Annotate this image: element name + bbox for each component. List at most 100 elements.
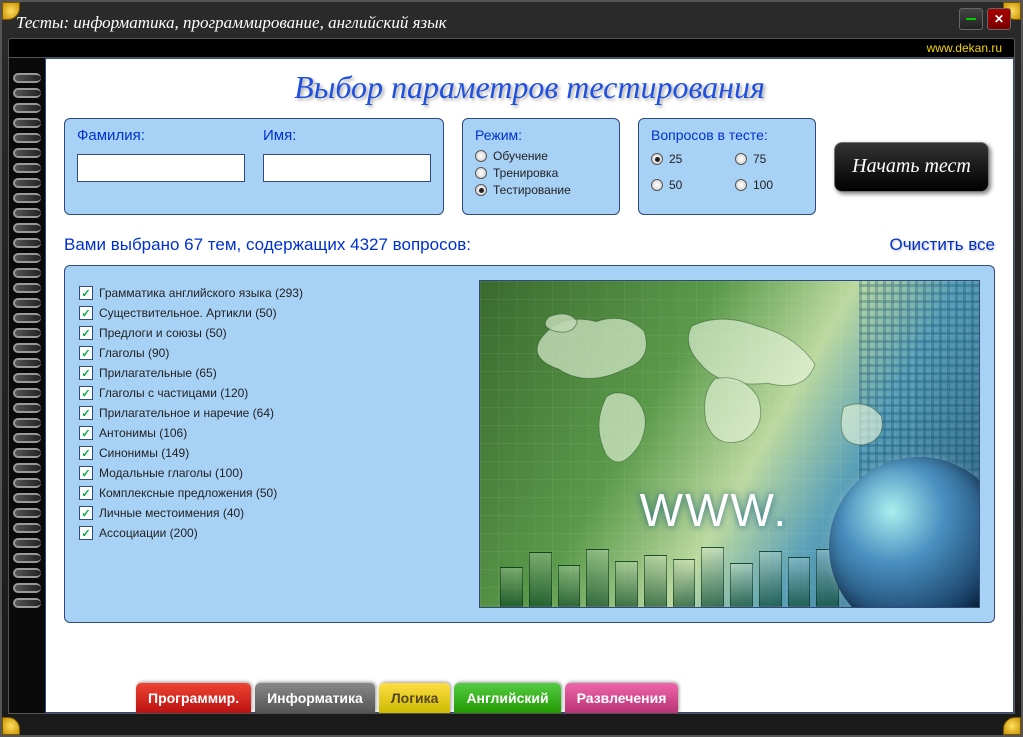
window-controls (959, 8, 1011, 30)
topic-row[interactable]: ✓ Существительное. Артикли (50) (79, 306, 469, 320)
checkbox-icon: ✓ (79, 466, 93, 480)
tab-red[interactable]: Программир. (136, 683, 251, 713)
checkbox-icon: ✓ (79, 326, 93, 340)
topic-row[interactable]: ✓ Глаголы с частицами (120) (79, 386, 469, 400)
start-test-button[interactable]: Начать тест (834, 142, 989, 192)
name-panel: Фамилия: Имя: (64, 118, 444, 215)
mode-title: Режим: (475, 127, 607, 143)
topic-label: Комплексные предложения (50) (99, 486, 277, 500)
checkbox-icon: ✓ (79, 386, 93, 400)
question-count-option[interactable]: 75 (735, 152, 803, 166)
question-count-option[interactable]: 100 (735, 178, 803, 192)
checkbox-icon: ✓ (79, 486, 93, 500)
topic-row[interactable]: ✓ Глаголы (90) (79, 346, 469, 360)
status-row: Вами выбрано 67 тем, содержащих 4327 воп… (64, 235, 995, 255)
params-row: Фамилия: Имя: Режим: Обучение Тренировка Т… (64, 118, 995, 215)
mode-option-label: Тренировка (493, 166, 558, 180)
topic-label: Ассоциации (200) (99, 526, 198, 540)
mode-option[interactable]: Тестирование (475, 183, 607, 197)
checkbox-icon: ✓ (79, 366, 93, 380)
topic-label: Глаголы (90) (99, 346, 169, 360)
checkbox-icon: ✓ (79, 506, 93, 520)
question-count-label: 50 (669, 178, 682, 192)
topic-label: Предлоги и союзы (50) (99, 326, 227, 340)
topic-label: Антонимы (106) (99, 426, 187, 440)
page-title: Выбор параметров тестирования (64, 69, 995, 106)
radio-icon (475, 150, 487, 162)
topic-label: Грамматика английского языка (293) (99, 286, 303, 300)
topics-list: ✓ Грамматика английского языка (293) ✓ Суще… (79, 280, 469, 608)
topic-label: Глаголы с частицами (120) (99, 386, 248, 400)
topic-row[interactable]: ✓ Прилагательное и наречие (64) (79, 406, 469, 420)
minimize-button[interactable] (959, 8, 983, 30)
selection-status: Вами выбрано 67 тем, содержащих 4327 воп… (64, 235, 471, 255)
radio-icon (475, 167, 487, 179)
topic-row[interactable]: ✓ Антонимы (106) (79, 426, 469, 440)
name-input[interactable] (263, 154, 431, 182)
url-strip: www.dekan.ru (8, 38, 1015, 58)
titlebar: Тесты: информатика, программирование, ан… (8, 8, 1015, 38)
topic-row[interactable]: ✓ Грамматика английского языка (293) (79, 286, 469, 300)
tab-green[interactable]: Английский (454, 683, 560, 713)
checkbox-icon: ✓ (79, 426, 93, 440)
questions-panel: Вопросов в тесте: 25 75 50 100 (638, 118, 816, 215)
checkbox-icon: ✓ (79, 286, 93, 300)
site-url[interactable]: www.dekan.ru (927, 41, 1002, 55)
question-count-label: 75 (753, 152, 766, 166)
radio-icon (651, 179, 663, 191)
illustration: WWW. (479, 280, 980, 608)
topic-row[interactable]: ✓ Личные местоимения (40) (79, 506, 469, 520)
book-area: Выбор параметров тестирования Фамилия: И… (8, 58, 1015, 714)
topic-row[interactable]: ✓ Комплексные предложения (50) (79, 486, 469, 500)
topic-label: Модальные глаголы (100) (99, 466, 243, 480)
question-count-option[interactable]: 50 (651, 178, 719, 192)
corner-ornament (2, 717, 20, 735)
tab-yellow[interactable]: Логика (379, 683, 451, 713)
window-frame: Тесты: информатика, программирование, ан… (0, 0, 1023, 737)
radio-icon (735, 153, 747, 165)
radio-icon (651, 153, 663, 165)
surname-input[interactable] (77, 154, 245, 182)
topic-row[interactable]: ✓ Синонимы (149) (79, 446, 469, 460)
question-count-option[interactable]: 25 (651, 152, 719, 166)
spiral-binding (9, 58, 45, 713)
topic-row[interactable]: ✓ Прилагательные (65) (79, 366, 469, 380)
mode-option[interactable]: Обучение (475, 149, 607, 163)
corner-ornament (1003, 717, 1021, 735)
tab-pink[interactable]: Развлечения (565, 683, 679, 713)
mode-panel: Режим: Обучение Тренировка Тестирование (462, 118, 620, 215)
topic-row[interactable]: ✓ Модальные глаголы (100) (79, 466, 469, 480)
page: Выбор параметров тестирования Фамилия: И… (45, 58, 1014, 713)
checkbox-icon: ✓ (79, 306, 93, 320)
question-count-label: 25 (669, 152, 682, 166)
start-test-label: Начать тест (852, 155, 971, 178)
checkbox-icon: ✓ (79, 446, 93, 460)
topic-label: Личные местоимения (40) (99, 506, 244, 520)
mode-option[interactable]: Тренировка (475, 166, 607, 180)
questions-title: Вопросов в тесте: (651, 127, 803, 143)
window-title: Тесты: информатика, программирование, ан… (16, 13, 447, 33)
world-map-icon (492, 293, 967, 483)
tab-gray[interactable]: Информатика (255, 683, 375, 713)
clear-all-link[interactable]: Очистить все (889, 235, 995, 255)
topic-label: Существительное. Артикли (50) (99, 306, 277, 320)
checkbox-icon: ✓ (79, 346, 93, 360)
radio-icon (735, 179, 747, 191)
topic-label: Синонимы (149) (99, 446, 189, 460)
radio-icon (475, 184, 487, 196)
question-count-label: 100 (753, 178, 773, 192)
name-label: Имя: (263, 127, 431, 144)
topic-label: Прилагательное и наречие (64) (99, 406, 274, 420)
illus-bars (480, 547, 859, 607)
topics-panel: ✓ Грамматика английского языка (293) ✓ Суще… (64, 265, 995, 623)
checkbox-icon: ✓ (79, 526, 93, 540)
category-tabs: Программир.ИнформатикаЛогикаАнглийскийРа… (136, 683, 678, 713)
mode-option-label: Тестирование (493, 183, 571, 197)
surname-label: Фамилия: (77, 127, 245, 144)
topic-label: Прилагательные (65) (99, 366, 217, 380)
topic-row[interactable]: ✓ Предлоги и союзы (50) (79, 326, 469, 340)
close-button[interactable] (987, 8, 1011, 30)
mode-option-label: Обучение (493, 149, 548, 163)
topic-row[interactable]: ✓ Ассоциации (200) (79, 526, 469, 540)
checkbox-icon: ✓ (79, 406, 93, 420)
